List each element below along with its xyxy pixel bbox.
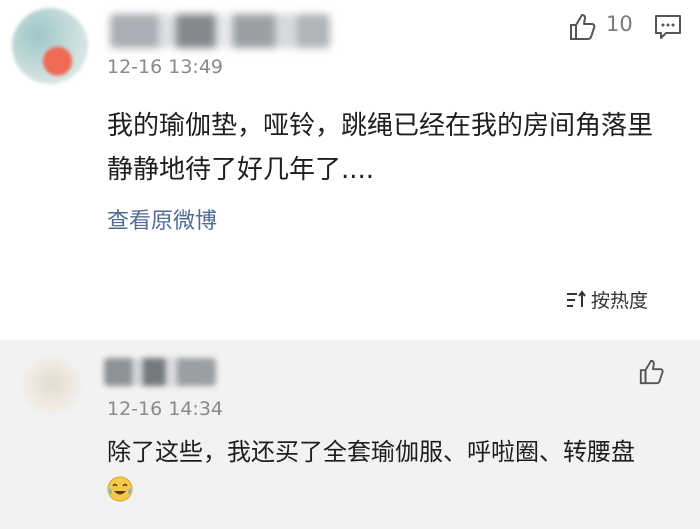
comment-text: 我的瑜伽垫，哑铃，跳绳已经在我的房间角落里静静地待了好几年了.... (107, 111, 654, 185)
reply-text: 除了这些，我还买了全套瑜伽服、呼啦圈、转腰盘 (107, 438, 635, 466)
thumbs-up-icon[interactable] (638, 358, 666, 386)
username-blurred[interactable] (110, 14, 330, 48)
avatar[interactable] (12, 8, 88, 84)
comment-icon[interactable] (654, 14, 682, 40)
comment-thread: 12-16 13:49 10 我的瑜伽垫，哑铃，跳绳已经在我的房间角落里静静地待… (0, 0, 700, 529)
sub-reply: 12-16 14:34 除了这些，我还买了全套瑜伽服、呼啦圈、转腰盘 (0, 340, 700, 529)
comment-time: 12-16 13:49 (107, 56, 224, 78)
top-comment: 12-16 13:49 10 我的瑜伽垫，哑铃，跳绳已经在我的房间角落里静静地待… (0, 0, 700, 340)
thumbs-up-icon[interactable] (568, 12, 598, 42)
reply-time: 12-16 14:34 (107, 398, 224, 420)
sort-by-heat-button[interactable]: 按热度 (565, 286, 648, 313)
avatar[interactable] (24, 358, 80, 414)
view-original-link[interactable]: 查看原微博 (107, 203, 217, 235)
sort-label: 按热度 (591, 290, 649, 312)
like-count: 10 (606, 12, 633, 36)
username-blurred[interactable] (104, 358, 216, 386)
sort-icon (567, 289, 586, 307)
laughing-tears-emoji (107, 476, 133, 502)
